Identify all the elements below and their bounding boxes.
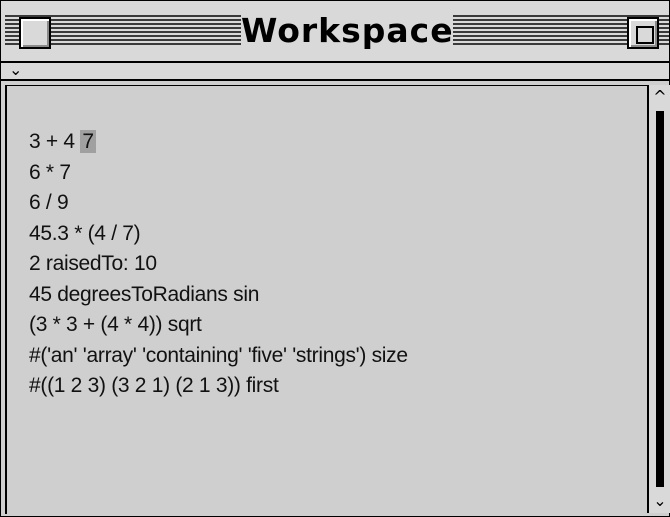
code-line[interactable]: 3 + 4 7 bbox=[29, 127, 408, 158]
pane-header: ⌄ bbox=[1, 61, 669, 81]
code-line[interactable]: #((1 2 3) (3 2 1) (2 1 3)) first bbox=[29, 371, 408, 402]
zoom-box-inner bbox=[636, 26, 654, 44]
window-title: Workspace bbox=[241, 9, 453, 53]
code-line[interactable]: 6 / 9 bbox=[29, 188, 408, 219]
code-lines: 3 + 4 7 6 * 7 6 / 9 45.3 * (4 / 7) 2 rai… bbox=[29, 127, 408, 402]
code-text: 3 + 4 bbox=[29, 130, 81, 153]
code-line[interactable]: (3 * 3 + (4 * 4)) sqrt bbox=[29, 310, 408, 341]
workspace-text-area[interactable]: 3 + 4 7 6 * 7 6 / 9 45.3 * (4 / 7) 2 rai… bbox=[5, 85, 647, 514]
scroll-down-arrow-icon[interactable]: ⌄ bbox=[650, 491, 670, 511]
title-bar[interactable]: Workspace bbox=[1, 1, 669, 63]
scrollbar-track[interactable] bbox=[656, 111, 664, 487]
evaluation-result[interactable]: 7 bbox=[80, 130, 96, 153]
code-line[interactable]: #('an' 'array' 'containing' 'five' 'stri… bbox=[29, 341, 408, 372]
code-line[interactable]: 2 raisedTo: 10 bbox=[29, 249, 408, 280]
chevron-down-icon[interactable]: ⌄ bbox=[9, 61, 22, 79]
scroll-up-arrow-icon[interactable]: ^ bbox=[650, 87, 670, 107]
code-line[interactable]: 45 degreesToRadians sin bbox=[29, 280, 408, 311]
code-line[interactable]: 6 * 7 bbox=[29, 158, 408, 189]
zoom-box-icon[interactable] bbox=[627, 17, 659, 49]
vertical-scrollbar[interactable]: ^ ⌄ bbox=[647, 85, 670, 513]
close-box-icon[interactable] bbox=[19, 17, 51, 49]
workspace-window: Workspace ⌄ 3 + 4 7 6 * 7 6 / 9 45.3 * (… bbox=[0, 0, 670, 517]
code-line[interactable]: 45.3 * (4 / 7) bbox=[29, 219, 408, 250]
